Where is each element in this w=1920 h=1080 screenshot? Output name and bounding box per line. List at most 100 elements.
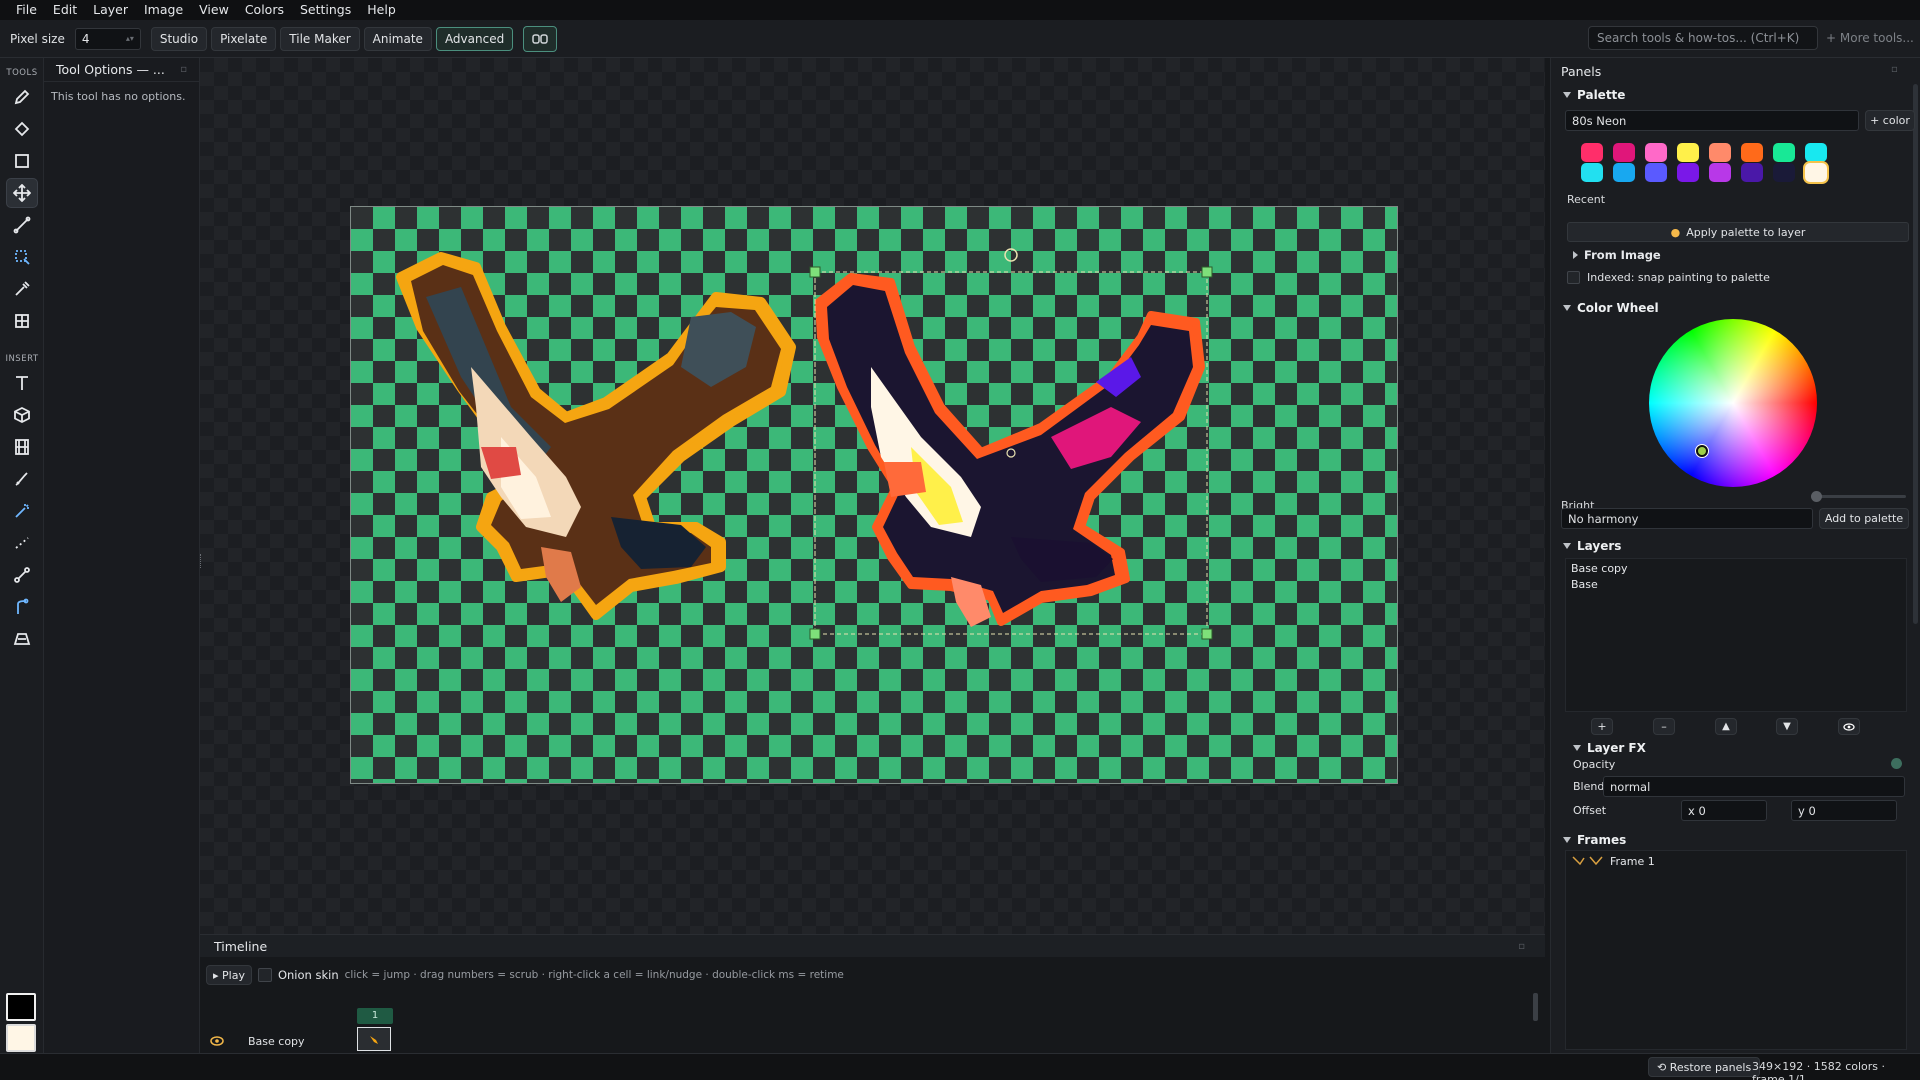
pencil-icon[interactable] bbox=[6, 82, 38, 112]
menu-settings[interactable]: Settings bbox=[292, 0, 359, 20]
close-icon[interactable]: ▫ bbox=[1518, 941, 1525, 952]
mode-tile-maker-button[interactable]: Tile Maker bbox=[280, 26, 360, 51]
layer-item[interactable]: Base bbox=[1566, 578, 1906, 591]
move-layer-down-button[interactable]: ▼ bbox=[1776, 718, 1798, 735]
perspective-icon[interactable] bbox=[6, 624, 38, 654]
canvas-area[interactable] bbox=[200, 58, 1545, 934]
frame-item[interactable]: Frame 1 bbox=[1566, 851, 1906, 871]
rect-select-icon[interactable] bbox=[6, 146, 38, 176]
add-layer-button[interactable]: + bbox=[1591, 718, 1613, 735]
line-icon[interactable] bbox=[6, 210, 38, 240]
background-color-swatch[interactable] bbox=[6, 1024, 36, 1052]
cube-icon[interactable] bbox=[6, 400, 38, 430]
selection-handle[interactable] bbox=[809, 628, 821, 640]
palette-swatch[interactable] bbox=[1709, 163, 1731, 182]
mode-advanced-button[interactable]: Advanced bbox=[435, 26, 514, 51]
menu-view[interactable]: View bbox=[191, 0, 237, 20]
menu-image[interactable]: Image bbox=[136, 0, 191, 20]
color-wheel-header[interactable]: Color Wheel bbox=[1563, 301, 1659, 315]
rotate-handle-icon[interactable] bbox=[1004, 248, 1018, 262]
palette-swatch[interactable] bbox=[1741, 143, 1763, 162]
document-canvas[interactable] bbox=[350, 206, 1398, 784]
foreground-color-swatch[interactable] bbox=[6, 993, 36, 1021]
eye-icon[interactable] bbox=[210, 1035, 224, 1046]
menu-colors[interactable]: Colors bbox=[237, 0, 292, 20]
palette-swatch[interactable] bbox=[1773, 163, 1795, 182]
blend-select[interactable]: normal bbox=[1603, 776, 1905, 797]
text-icon[interactable] bbox=[6, 368, 38, 398]
bright-slider-thumb[interactable] bbox=[1811, 491, 1822, 502]
film-icon[interactable] bbox=[6, 432, 38, 462]
harmony-select[interactable]: No harmony bbox=[1561, 508, 1813, 529]
layer-item[interactable]: Base copy bbox=[1566, 559, 1906, 578]
left-resize-grip[interactable] bbox=[200, 554, 203, 568]
layer-fx-header[interactable]: Layer FX bbox=[1573, 741, 1646, 755]
palette-swatch[interactable] bbox=[1805, 163, 1827, 182]
palette-swatch[interactable] bbox=[1773, 143, 1795, 162]
palette-swatch[interactable] bbox=[1677, 163, 1699, 182]
play-button[interactable]: ▸ Play bbox=[206, 965, 252, 985]
menu-file[interactable]: File bbox=[8, 0, 45, 20]
opacity-slider-thumb[interactable] bbox=[1891, 758, 1902, 769]
timeline-scrollbar[interactable] bbox=[1533, 993, 1538, 1021]
menu-help[interactable]: Help bbox=[359, 0, 404, 20]
palette-swatch[interactable] bbox=[1613, 163, 1635, 182]
mode-animate-button[interactable]: Animate bbox=[363, 26, 432, 51]
dots-line-icon[interactable] bbox=[6, 528, 38, 558]
bone-icon[interactable] bbox=[6, 560, 38, 590]
add-to-palette-button[interactable]: Add to palette bbox=[1819, 508, 1909, 529]
close-icon[interactable]: ▫ bbox=[180, 64, 187, 75]
color-wheel[interactable] bbox=[1649, 319, 1817, 487]
palette-header[interactable]: Palette bbox=[1563, 88, 1625, 102]
eyedropper-icon[interactable] bbox=[6, 274, 38, 304]
frames-header[interactable]: Frames bbox=[1563, 833, 1626, 847]
search-input[interactable]: Search tools & how-tos... (Ctrl+K) bbox=[1588, 26, 1818, 50]
offset-y-input[interactable]: y 0 bbox=[1791, 800, 1897, 821]
palette-swatch[interactable] bbox=[1581, 163, 1603, 182]
split-view-button[interactable] bbox=[523, 25, 558, 52]
indexed-checkbox[interactable] bbox=[1567, 271, 1580, 284]
selection-handle[interactable] bbox=[1201, 628, 1213, 640]
palette-swatch[interactable] bbox=[1741, 163, 1763, 182]
move-layer-up-button[interactable]: ▲ bbox=[1715, 718, 1737, 735]
stepper-icon: ▴▾ bbox=[125, 34, 134, 43]
close-icon[interactable]: ▫ bbox=[1891, 64, 1898, 75]
panels-scrollbar[interactable] bbox=[1913, 84, 1918, 624]
move-icon[interactable] bbox=[6, 178, 38, 208]
color-wheel-cursor[interactable] bbox=[1696, 445, 1708, 457]
frame-number[interactable]: 1 bbox=[357, 1008, 393, 1024]
palette-swatch[interactable] bbox=[1613, 143, 1635, 162]
bright-slider[interactable] bbox=[1811, 491, 1906, 502]
lasso-select-icon[interactable] bbox=[6, 242, 38, 272]
offset-x-input[interactable]: x 0 bbox=[1681, 800, 1767, 821]
selection-handle[interactable] bbox=[1201, 266, 1213, 278]
grid-icon[interactable] bbox=[6, 306, 38, 336]
palette-swatch[interactable] bbox=[1581, 143, 1603, 162]
apply-palette-button[interactable]: ● Apply palette to layer bbox=[1567, 222, 1909, 242]
palette-swatch[interactable] bbox=[1645, 143, 1667, 162]
brush-icon[interactable] bbox=[6, 464, 38, 494]
palette-name-field[interactable]: 80s Neon bbox=[1565, 110, 1859, 131]
more-tools-button[interactable]: + More tools... bbox=[1826, 31, 1914, 45]
add-color-button[interactable]: + color bbox=[1865, 110, 1915, 131]
pen-curve-icon[interactable] bbox=[6, 592, 38, 622]
mode-studio-button[interactable]: Studio bbox=[150, 26, 208, 51]
selection-handle[interactable] bbox=[809, 266, 821, 278]
mode-pixelate-button[interactable]: Pixelate bbox=[211, 26, 277, 51]
palette-swatch[interactable] bbox=[1805, 143, 1827, 162]
toggle-visibility-button[interactable] bbox=[1838, 718, 1860, 735]
menu-edit[interactable]: Edit bbox=[45, 0, 85, 20]
fill-bucket-icon[interactable] bbox=[6, 114, 38, 144]
frame-cell[interactable] bbox=[357, 1027, 391, 1051]
onion-skin-checkbox[interactable] bbox=[257, 968, 272, 982]
remove-layer-button[interactable]: – bbox=[1653, 718, 1675, 735]
palette-swatch[interactable] bbox=[1709, 143, 1731, 162]
menu-layer[interactable]: Layer bbox=[85, 0, 136, 20]
wand-icon[interactable] bbox=[6, 496, 38, 526]
pixel-size-input[interactable]: 4 ▴▾ bbox=[74, 27, 141, 50]
from-image-toggle[interactable]: From Image bbox=[1573, 248, 1661, 262]
palette-swatch[interactable] bbox=[1677, 143, 1699, 162]
restore-panels-button[interactable]: ⟲ Restore panels bbox=[1648, 1057, 1761, 1077]
palette-swatch[interactable] bbox=[1645, 163, 1667, 182]
layers-header[interactable]: Layers bbox=[1563, 539, 1621, 553]
